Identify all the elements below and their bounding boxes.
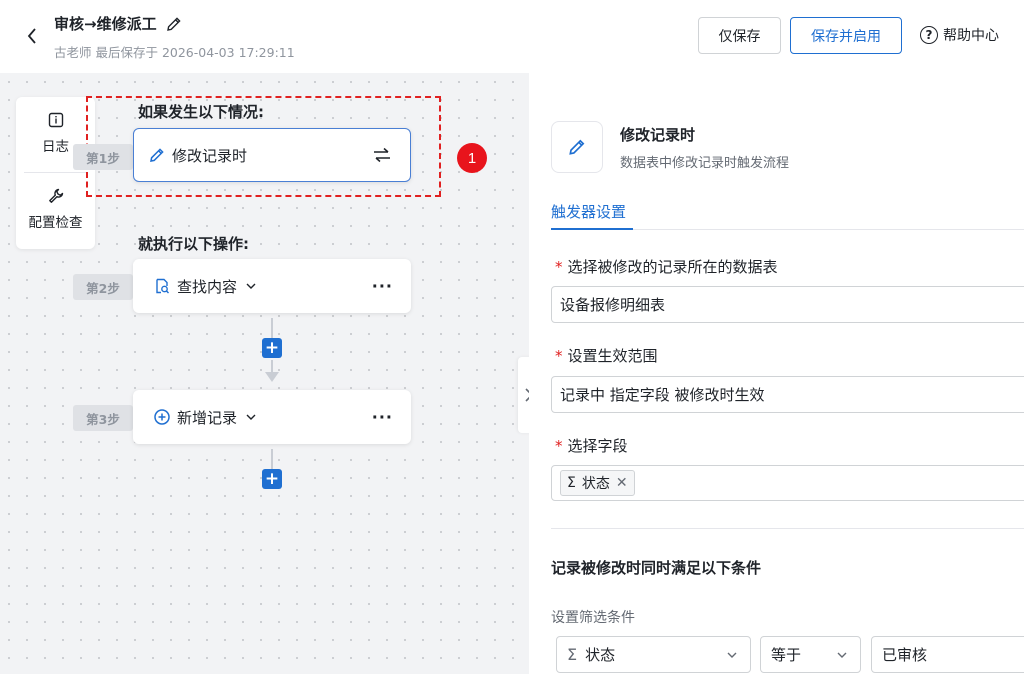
filter-operator-select[interactable]: 等于 bbox=[760, 636, 861, 673]
field-select-label-text: 选择字段 bbox=[567, 437, 628, 455]
table-select-field[interactable]: 设备报修明细表 bbox=[551, 286, 1024, 323]
scope-label: * 设置生效范围 bbox=[555, 345, 658, 366]
more-options-button[interactable]: ··· bbox=[372, 408, 393, 427]
required-mark: * bbox=[555, 258, 563, 276]
condition-section-title: 记录被修改时同时满足以下条件 bbox=[551, 559, 762, 577]
plus-circle-icon bbox=[154, 409, 170, 425]
connector-line bbox=[271, 449, 273, 469]
action-node-label: 查找内容 bbox=[177, 277, 238, 296]
filter-condition-label: 设置筛选条件 bbox=[551, 610, 635, 626]
table-select-label: * 选择被修改的记录所在的数据表 bbox=[555, 256, 778, 277]
workflow-title: 审核→维修派工 bbox=[54, 13, 183, 34]
back-button[interactable] bbox=[22, 24, 42, 48]
config-check-label: 配置检查 bbox=[28, 215, 83, 231]
log-label: 日志 bbox=[42, 139, 69, 155]
last-saved-info: 古老师 最后保存于 2026-04-03 17:29:11 bbox=[54, 45, 295, 60]
chevron-left-icon bbox=[27, 28, 36, 44]
required-mark: * bbox=[555, 347, 563, 365]
tab-trigger-settings[interactable]: 触发器设置 bbox=[551, 201, 626, 222]
pencil-icon bbox=[166, 16, 181, 31]
toolbar-divider bbox=[24, 172, 87, 173]
filter-operator-value: 等于 bbox=[771, 646, 802, 664]
active-tab-indicator bbox=[551, 228, 633, 230]
save-and-enable-button[interactable]: 保存并启用 bbox=[790, 17, 902, 54]
question-icon: ? bbox=[920, 26, 938, 44]
info-icon bbox=[48, 112, 63, 128]
add-step-button[interactable]: + bbox=[262, 338, 282, 358]
panel-title: 修改记录时 bbox=[620, 126, 696, 144]
action-node-label: 新增记录 bbox=[177, 408, 238, 427]
workflow-title-text: 审核→维修派工 bbox=[54, 15, 157, 33]
chevron-down-icon bbox=[837, 652, 847, 658]
chevron-down-icon bbox=[246, 283, 256, 289]
save-only-button[interactable]: 仅保存 bbox=[698, 17, 781, 54]
selected-field-tag: Σ 状态 ✕ bbox=[560, 470, 635, 496]
pencil-icon bbox=[569, 139, 585, 155]
search-doc-icon bbox=[156, 278, 169, 294]
step-tag-1: 第1步 bbox=[73, 144, 133, 170]
panel-description: 数据表中修改记录时触发流程 bbox=[620, 156, 790, 171]
field-select-label: * 选择字段 bbox=[555, 435, 628, 456]
filter-value-input[interactable]: 已审核 bbox=[871, 636, 1024, 673]
filter-field-select[interactable]: Σ 状态 bbox=[556, 636, 751, 673]
config-check-button[interactable]: 配置检查 bbox=[16, 187, 95, 231]
trigger-node-label: 修改记录时 bbox=[172, 146, 248, 165]
chevron-down-icon bbox=[246, 414, 256, 420]
sigma-icon: Σ bbox=[567, 475, 576, 491]
top-header: 审核→维修派工 古老师 最后保存于 2026-04-03 17:29:11 仅保… bbox=[0, 0, 1024, 73]
action-heading: 就执行以下操作: bbox=[138, 235, 249, 253]
switch-trigger-icon[interactable] bbox=[372, 146, 392, 164]
section-divider bbox=[551, 528, 1024, 529]
side-toolbar: 日志 配置检查 bbox=[16, 97, 95, 249]
edit-title-button[interactable] bbox=[165, 15, 183, 33]
scope-label-text: 设置生效范围 bbox=[567, 347, 658, 365]
help-center-link[interactable]: ? 帮助中心 bbox=[920, 25, 999, 45]
trigger-type-icon-box bbox=[551, 121, 603, 173]
filter-field-value: 状态 bbox=[585, 646, 616, 664]
action-node-add-record[interactable]: 新增记录 ··· bbox=[133, 390, 411, 444]
pencil-icon bbox=[150, 148, 164, 162]
selected-field-tag-label: 状态 bbox=[581, 476, 610, 492]
chevron-down-icon bbox=[727, 652, 737, 658]
trigger-settings-panel: 修改记录时 数据表中修改记录时触发流程 触发器设置 * 选择被修改的记录所在的数据… bbox=[529, 97, 1024, 674]
wrench-icon bbox=[48, 188, 63, 203]
filter-value: 已审核 bbox=[882, 646, 928, 664]
scope-select-field[interactable]: 记录中 指定字段 被修改时生效 bbox=[551, 376, 1024, 413]
step-tag-3: 第3步 bbox=[73, 405, 133, 431]
action-node-find-content[interactable]: 查找内容 ··· bbox=[133, 259, 411, 313]
connector-line bbox=[271, 318, 273, 338]
scope-select-value: 记录中 指定字段 被修改时生效 bbox=[560, 386, 765, 404]
step-marker-badge: 1 bbox=[457, 143, 487, 173]
step-tag-2: 第2步 bbox=[73, 274, 133, 300]
sigma-icon: Σ bbox=[567, 645, 578, 664]
required-mark: * bbox=[555, 437, 563, 455]
more-options-button[interactable]: ··· bbox=[372, 277, 393, 296]
table-select-value: 设备报修明细表 bbox=[560, 296, 666, 314]
remove-tag-icon[interactable]: ✕ bbox=[616, 475, 628, 491]
trigger-node-modify-record[interactable]: 修改记录时 bbox=[133, 128, 411, 182]
help-center-label: 帮助中心 bbox=[943, 28, 999, 44]
add-step-button[interactable]: + bbox=[262, 469, 282, 489]
connector-arrow bbox=[265, 372, 279, 382]
field-select-field[interactable]: Σ 状态 ✕ bbox=[551, 465, 1024, 501]
table-select-label-text: 选择被修改的记录所在的数据表 bbox=[567, 258, 778, 276]
